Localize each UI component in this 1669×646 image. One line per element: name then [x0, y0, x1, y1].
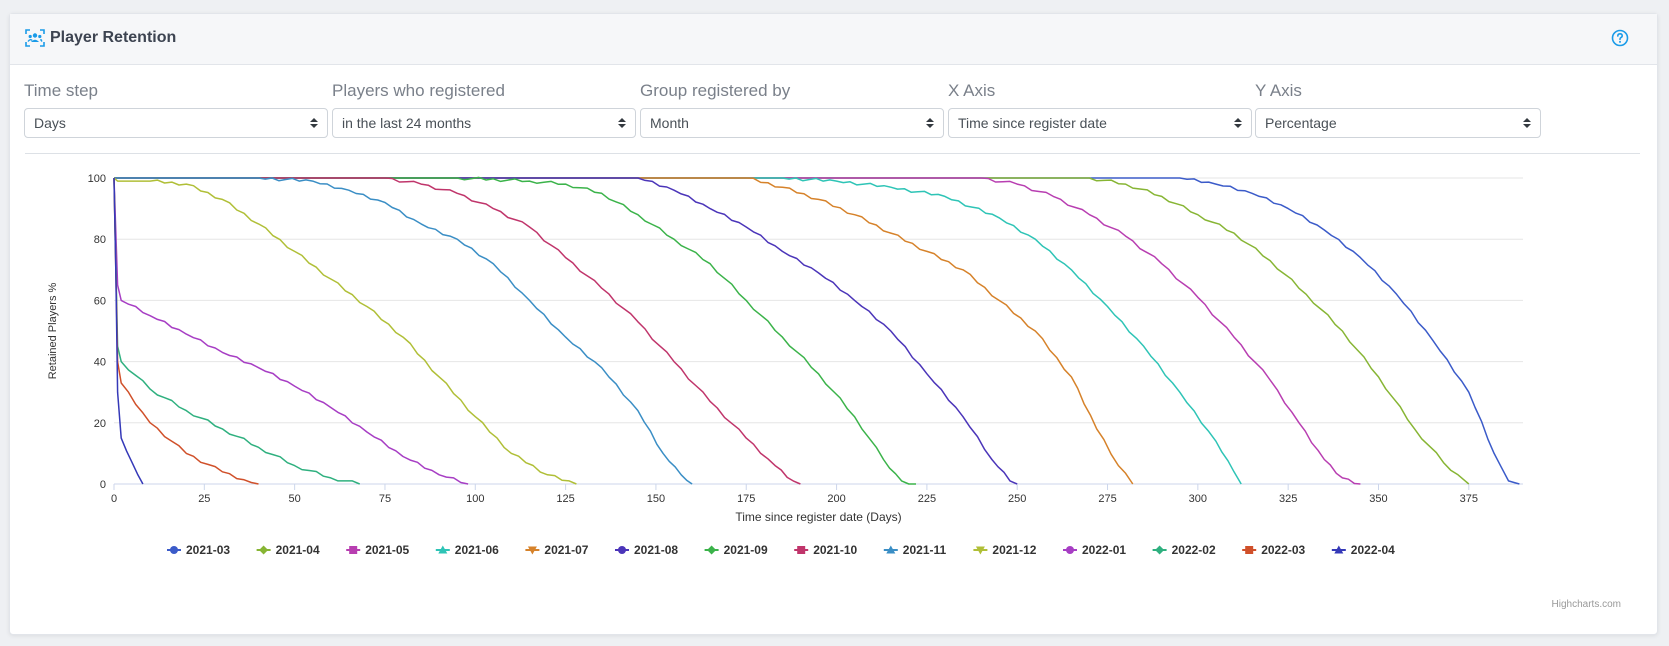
legend-item-2021-09[interactable]: 2021-09 [704, 543, 768, 557]
series-line-2022-04 [113, 177, 144, 485]
legend-item-2021-07[interactable]: 2021-07 [525, 543, 589, 557]
series-line-2021-09 [114, 176, 916, 485]
legend-marker-square [797, 546, 806, 554]
legend-item-2021-08[interactable]: 2021-08 [615, 543, 678, 557]
series-line-2021-06 [114, 177, 1242, 485]
legend-marker-diamond [1155, 545, 1165, 555]
y-tick-label: 20 [94, 418, 106, 430]
legend-label: 2021-08 [634, 543, 678, 557]
legend-label: 2022-01 [1082, 543, 1126, 557]
legend-label: 2021-07 [544, 543, 588, 557]
y-tick-label: 60 [94, 295, 106, 307]
series-line-2021-07 [114, 177, 1134, 485]
x-tick-label: 175 [737, 493, 755, 505]
series-line-2022-02 [113, 177, 360, 485]
x-tick-label: 150 [647, 493, 665, 505]
legend-item-2021-03[interactable]: 2021-03 [167, 543, 230, 557]
x-tick-label: 200 [827, 493, 845, 505]
legend-item-2022-01[interactable]: 2022-01 [1063, 543, 1126, 557]
x-tick-label: 75 [379, 493, 391, 505]
legend-marker-circle [618, 546, 626, 554]
series-line-2021-11 [114, 177, 693, 485]
legend-item-2021-11[interactable]: 2021-11 [883, 543, 947, 557]
legend-marker-circle [1066, 546, 1074, 554]
legend-label: 2022-03 [1261, 543, 1305, 557]
x-tick-label: 300 [1189, 493, 1207, 505]
y-axis-title: Retained Players % [47, 282, 59, 379]
series-line-2021-10 [114, 177, 801, 485]
legend-label: 2021-11 [903, 543, 947, 557]
series-line-2021-12 [113, 177, 577, 485]
legend-item-2021-05[interactable]: 2021-05 [346, 543, 410, 557]
legend-item-2021-10[interactable]: 2021-10 [794, 543, 858, 557]
legend-label: 2022-02 [1172, 543, 1216, 557]
x-tick-label: 25 [198, 493, 210, 505]
series-line-2021-04 [114, 177, 1470, 485]
legend-marker-diamond [707, 545, 717, 555]
legend-label: 2021-12 [992, 543, 1036, 557]
x-tick-label: 225 [918, 493, 936, 505]
player-retention-card: Player Retention Time step Days Players … [9, 13, 1658, 635]
highcharts-credits[interactable]: Highcharts.com [1552, 599, 1621, 610]
legend-item-2022-04[interactable]: 2022-04 [1331, 543, 1395, 557]
legend-label: 2021-09 [724, 543, 768, 557]
legend-item-2022-03[interactable]: 2022-03 [1242, 543, 1306, 557]
legend-label: 2022-04 [1351, 543, 1395, 557]
legend-item-2021-06[interactable]: 2021-06 [435, 543, 499, 557]
x-tick-label: 50 [289, 493, 301, 505]
legend-label: 2021-03 [186, 543, 230, 557]
legend-label: 2021-06 [455, 543, 499, 557]
legend-label: 2021-04 [276, 543, 320, 557]
series-line-2021-08 [114, 177, 1018, 485]
legend-marker-square [1245, 546, 1254, 554]
x-tick-label: 0 [111, 493, 117, 505]
y-tick-label: 0 [100, 479, 106, 491]
legend-label: 2021-05 [365, 543, 409, 557]
x-tick-label: 125 [556, 493, 574, 505]
legend-item-2021-12[interactable]: 2021-12 [973, 543, 1037, 557]
y-tick-label: 80 [94, 234, 106, 246]
legend-item-2022-02[interactable]: 2022-02 [1152, 543, 1216, 557]
legend-marker-diamond [259, 545, 269, 555]
series-line-2022-03 [113, 177, 259, 485]
legend-marker-square [349, 546, 358, 554]
x-tick-label: 275 [1098, 493, 1116, 505]
legend-label: 2021-10 [813, 543, 857, 557]
legend-marker-circle [170, 546, 178, 554]
x-tick-label: 375 [1460, 493, 1478, 505]
x-tick-label: 325 [1279, 493, 1297, 505]
y-tick-label: 100 [88, 173, 106, 185]
x-tick-label: 350 [1369, 493, 1387, 505]
retention-chart: 0 20 40 60 80 100 0 25 50 75 100 125 150 175 200 225 250… [47, 173, 1523, 557]
x-tick-label: 250 [1008, 493, 1026, 505]
series-line-2021-05 [114, 177, 1361, 485]
x-axis-title: Time since register date (Days) [735, 510, 901, 524]
legend-item-2021-04[interactable]: 2021-04 [256, 543, 320, 557]
x-tick-label: 100 [466, 493, 484, 505]
y-tick-label: 40 [94, 357, 106, 369]
